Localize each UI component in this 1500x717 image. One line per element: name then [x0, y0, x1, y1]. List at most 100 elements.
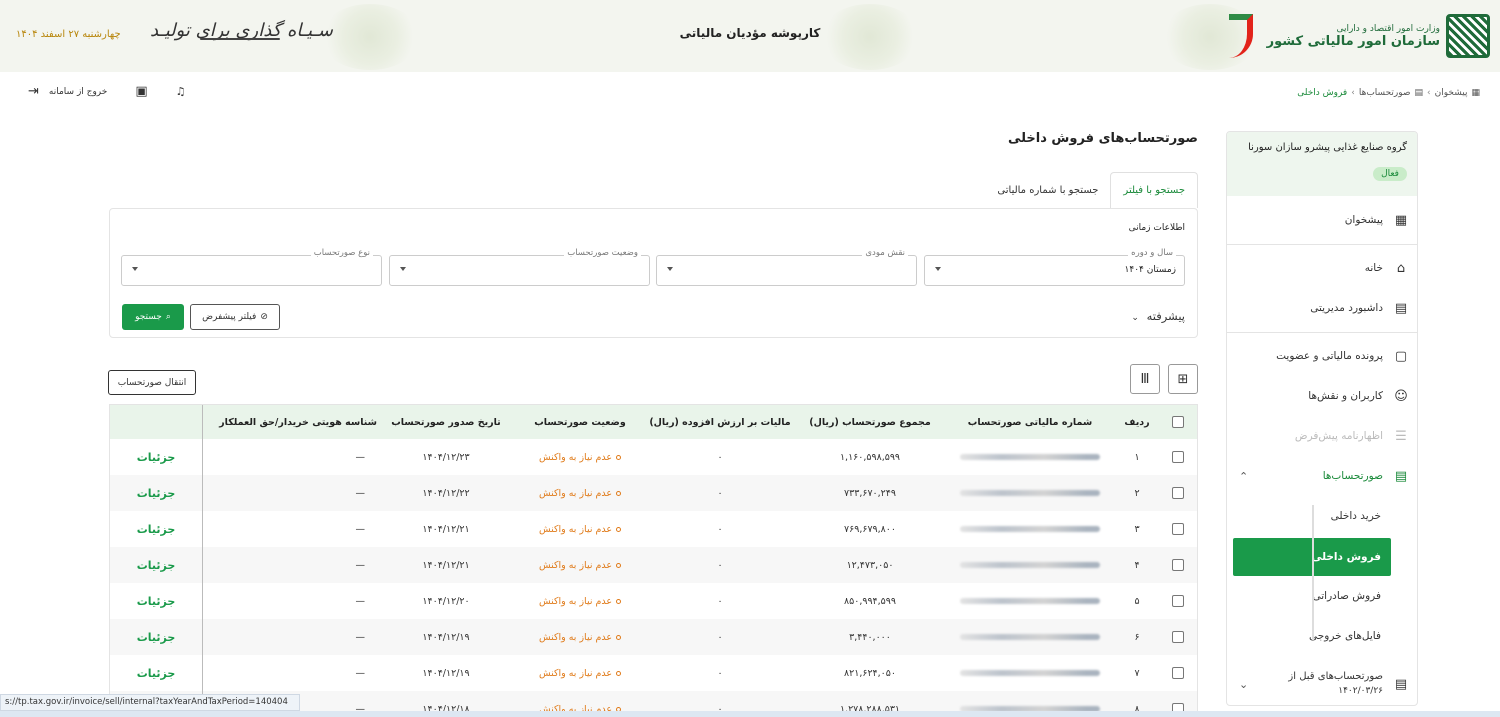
table-row[interactable]: ۷ ۸۲۱,۶۲۴,۰۵۰ ۰ عدم نیاز به واکنش ۱۴۰۴/۱۲/۱۹… [110, 655, 1197, 691]
redacted-tax-number [960, 670, 1100, 676]
folder-icon[interactable]: ▣ [135, 84, 147, 99]
select-all-checkbox[interactable] [1172, 416, 1184, 428]
col-header-vat[interactable]: مالیات بر ارزش افزوده (ریال) [645, 405, 795, 439]
bell-icon[interactable]: ♫ [176, 85, 186, 98]
filter-panel: اطلاعات زمانی سال و دوره زمستان ۱۴۰۴ نقش… [109, 208, 1198, 338]
table-row[interactable]: ۱ ۱,۱۶۰,۵۹۸,۵۹۹ ۰ عدم نیاز به واکنش ۱۴۰۴/۱۲/… [110, 439, 1197, 475]
status-text: عدم نیاز به واکنش [538, 595, 613, 607]
invoice-type-select[interactable]: نوع صورتحساب [121, 248, 382, 286]
total-amount: ۷۶۹,۶۷۹,۸۰۰ [844, 523, 896, 535]
tab-filter-search[interactable]: جستجو با فیلتر [1110, 172, 1198, 208]
col-header-date[interactable]: تاریخ صدور صورتحساب [377, 405, 515, 439]
sidebar-item-management[interactable]: ▤ داشبورد مدیریتی [1227, 290, 1417, 326]
taxpayer-role-select[interactable]: نقش مودی [656, 248, 917, 286]
details-link[interactable]: جزئیات [110, 475, 202, 511]
row-checkbox[interactable] [1172, 487, 1184, 499]
tax-number-cell [945, 547, 1115, 583]
vat-amount: ۰ [717, 631, 723, 643]
col-header-buyer-id[interactable]: شناسه هویتی خریدار/حق العملکار [203, 405, 377, 439]
details-link[interactable]: جزئیات [110, 511, 202, 547]
row-checkbox[interactable] [1172, 451, 1184, 463]
tax-number-cell [945, 619, 1115, 655]
sidebar-item-label: داشبورد مدیریتی [1310, 302, 1383, 314]
status-dot-icon [616, 562, 622, 568]
org-name: گروه صنایع غذایی پیشرو سازان سورنا [1248, 142, 1407, 153]
issue-date: ۱۴۰۴/۱۲/۱۹ [422, 667, 470, 679]
caret-down-icon [667, 267, 673, 271]
status-text: عدم نیاز به واکنش [538, 667, 613, 679]
tab-tax-number-search[interactable]: جستجو با شماره مالیاتی [985, 172, 1110, 208]
sub-item-label: خرید داخلی [1330, 510, 1381, 522]
sidebar-item-invoices[interactable]: ▤ صورتحساب‌ها ⌃ [1227, 458, 1417, 494]
transfer-invoice-button[interactable]: انتقال صورتحساب [108, 370, 196, 395]
row-number: ۷ [1134, 667, 1140, 679]
col-header-tax-number[interactable]: شماره مالیاتی صورتحساب [945, 405, 1115, 439]
sidebar-sub-purchase[interactable]: خرید داخلی [1227, 499, 1417, 533]
row-number: ۵ [1134, 595, 1140, 607]
field-value: زمستان ۱۴۰۴ [1124, 265, 1176, 275]
details-link[interactable]: جزئیات [110, 583, 202, 619]
chevron-left-icon: › [1427, 88, 1431, 98]
divider [1227, 332, 1417, 333]
sidebar-item-label: خانه [1364, 262, 1383, 274]
status-dot-icon [616, 454, 622, 460]
buyer-id: — [355, 667, 366, 679]
search-button[interactable]: ⌕ جستجو [122, 304, 184, 330]
redacted-tax-number [960, 454, 1100, 460]
details-link[interactable]: جزئیات [110, 619, 202, 655]
total-amount: ۱,۱۶۰,۵۹۸,۵۹۹ [839, 451, 901, 463]
total-amount: ۷۳۳,۶۷۰,۲۴۹ [844, 487, 896, 499]
logout-icon[interactable]: ⇥ [28, 84, 39, 99]
sidebar-sub-export[interactable]: فروش صادراتی [1227, 579, 1417, 613]
sidebar-item-dashboard[interactable]: ▦ پیشخوان [1227, 202, 1417, 238]
redacted-tax-number [960, 526, 1100, 532]
default-filter-button[interactable]: ⊘ فیلتر پیشفرض [190, 304, 280, 330]
slogan-underline [200, 38, 280, 40]
excel-export-icon[interactable]: ⊞ [1168, 364, 1198, 394]
status-dot-icon [616, 526, 622, 532]
row-checkbox[interactable] [1172, 667, 1184, 679]
row-number: ۱ [1134, 451, 1140, 463]
status-badge: فعال [1373, 167, 1407, 181]
top-actions: ⇥ خروج از سامانه ▣ ♫ [28, 84, 186, 99]
advanced-toggle[interactable]: پیشرفته ⌄ [1131, 309, 1185, 323]
row-number: ۲ [1134, 487, 1140, 499]
details-link[interactable]: جزئیات [110, 655, 202, 691]
details-link[interactable]: جزئیات [110, 439, 202, 475]
row-select-cell [1159, 583, 1197, 619]
table-row[interactable]: ۲ ۷۳۳,۶۷۰,۲۴۹ ۰ عدم نیاز به واکنش ۱۴۰۴/۱۲/۲۲… [110, 475, 1197, 511]
sidebar-item-tax-file[interactable]: ▢ پرونده مالیاتی و عضویت [1227, 338, 1417, 374]
sidebar-item-users[interactable]: ☺ کاربران و نقش‌ها [1227, 378, 1417, 414]
table-row[interactable]: ۵ ۸۵۰,۹۹۴,۵۹۹ ۰ عدم نیاز به واکنش ۱۴۰۴/۱۲/۲۰… [110, 583, 1197, 619]
table-row[interactable]: ۳ ۷۶۹,۶۷۹,۸۰۰ ۰ عدم نیاز به واکنش ۱۴۰۴/۱۲/۲۱… [110, 511, 1197, 547]
buyer-id: — [355, 631, 366, 643]
row-checkbox[interactable] [1172, 559, 1184, 571]
chevron-down-icon: ⌄ [1131, 313, 1139, 323]
sidebar-item-legacy-invoices[interactable]: ▤ صورتحساب‌های قبل از ۱۴۰۲/۰۳/۲۶ ⌄ [1227, 662, 1417, 705]
invoice-status-select[interactable]: وضعیت صورتحساب [389, 248, 650, 286]
row-checkbox[interactable] [1172, 595, 1184, 607]
table-row[interactable]: ۶ ۳,۴۴۰,۰۰۰ ۰ عدم نیاز به واکنش ۱۴۰۴/۱۲/۱۹ — ج… [110, 619, 1197, 655]
sidebar-item-home[interactable]: ⌂ خانه [1227, 250, 1417, 286]
details-link[interactable]: جزئیات [110, 547, 202, 583]
sidebar-sub-output-files[interactable]: فایل‌های خروجی [1227, 619, 1417, 653]
year-period-select[interactable]: سال و دوره زمستان ۱۴۰۴ [924, 248, 1185, 286]
chevron-down-icon: ⌄ [1239, 677, 1249, 691]
status-dot-icon [616, 670, 622, 676]
redacted-tax-number [960, 562, 1100, 568]
col-header-status[interactable]: وضعیت صورتحساب [515, 405, 645, 439]
col-header-total[interactable]: مجموع صورتحساب (ریال) [795, 405, 945, 439]
row-select-cell [1159, 511, 1197, 547]
tax-number-cell [945, 439, 1115, 475]
legacy-date: ۱۴۰۲/۰۳/۲۶ [1338, 686, 1383, 696]
logout-link[interactable]: خروج از سامانه [49, 87, 107, 97]
row-checkbox[interactable] [1172, 523, 1184, 535]
breadcrumb-home[interactable]: پیشخوان [1435, 88, 1468, 98]
columns-icon[interactable]: Ⅲ [1130, 364, 1160, 394]
ministry-logo-block[interactable]: وزارت امور اقتصاد و دارایی سازمان امور م… [1228, 10, 1490, 62]
row-checkbox[interactable] [1172, 631, 1184, 643]
breadcrumb-invoices[interactable]: صورتحساب‌ها [1359, 88, 1411, 98]
table-row[interactable]: ۴ ۱۲,۴۷۳,۰۵۰ ۰ عدم نیاز به واکنش ۱۴۰۴/۱۲/۲۱ —… [110, 547, 1197, 583]
bottom-scrollbar[interactable] [0, 711, 1500, 717]
invoice-status: عدم نیاز به واکنش [515, 583, 645, 619]
